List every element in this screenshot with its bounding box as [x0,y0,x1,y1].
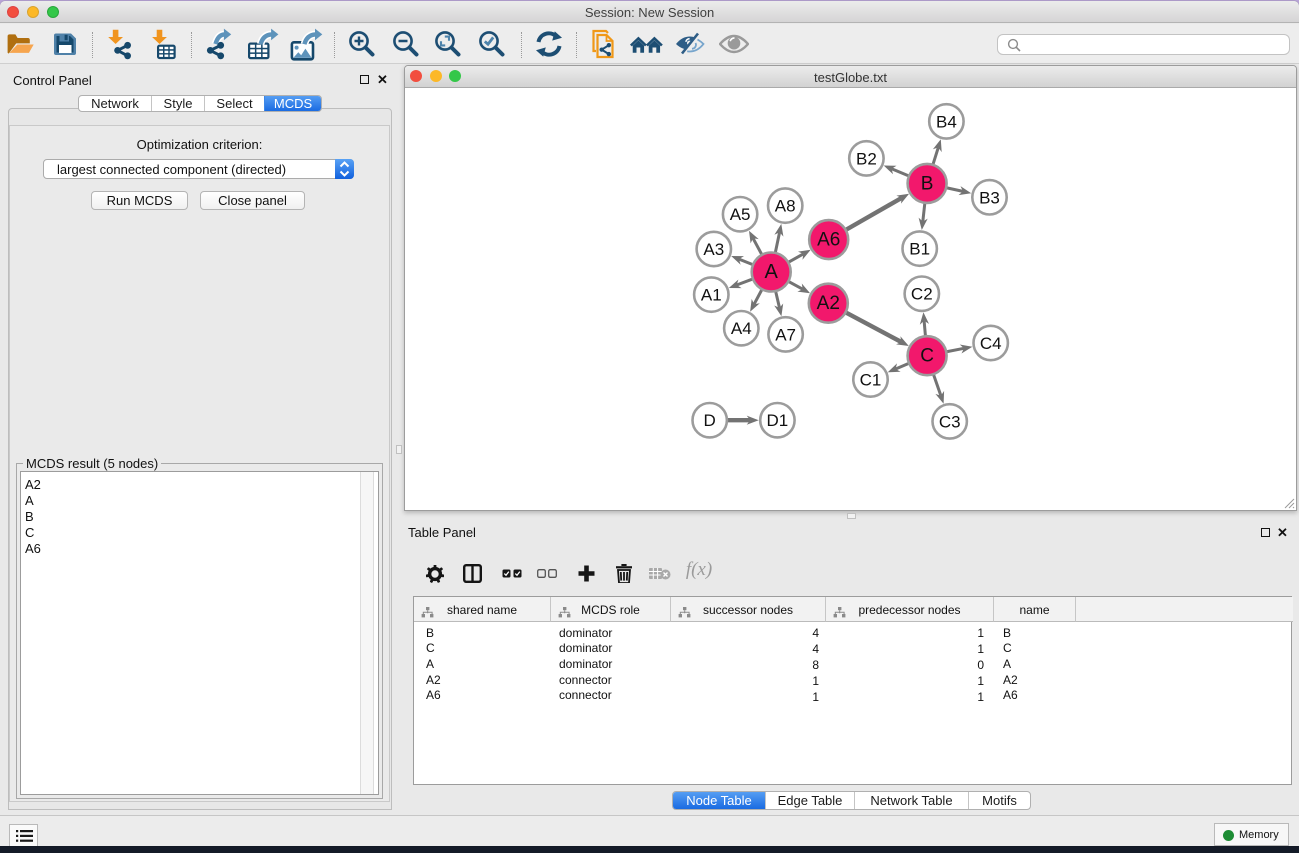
svg-text:A4: A4 [731,319,752,338]
svg-text:B3: B3 [979,188,1000,207]
svg-text:D: D [704,411,716,430]
svg-text:A1: A1 [701,286,722,305]
svg-text:B: B [921,173,934,194]
svg-text:A8: A8 [775,197,796,216]
svg-text:C1: C1 [860,371,882,390]
svg-text:A6: A6 [817,230,840,251]
svg-text:A3: A3 [703,240,724,259]
svg-text:C2: C2 [911,285,933,304]
svg-text:A2: A2 [817,293,840,314]
svg-text:A7: A7 [775,325,796,344]
svg-text:D1: D1 [767,411,789,430]
svg-text:B4: B4 [936,112,957,131]
svg-text:C: C [920,346,934,367]
svg-text:B1: B1 [909,240,930,259]
svg-text:A: A [765,261,779,283]
svg-text:B2: B2 [856,149,877,168]
svg-text:A5: A5 [730,205,751,224]
svg-text:C4: C4 [980,334,1002,353]
svg-text:C3: C3 [939,412,961,431]
